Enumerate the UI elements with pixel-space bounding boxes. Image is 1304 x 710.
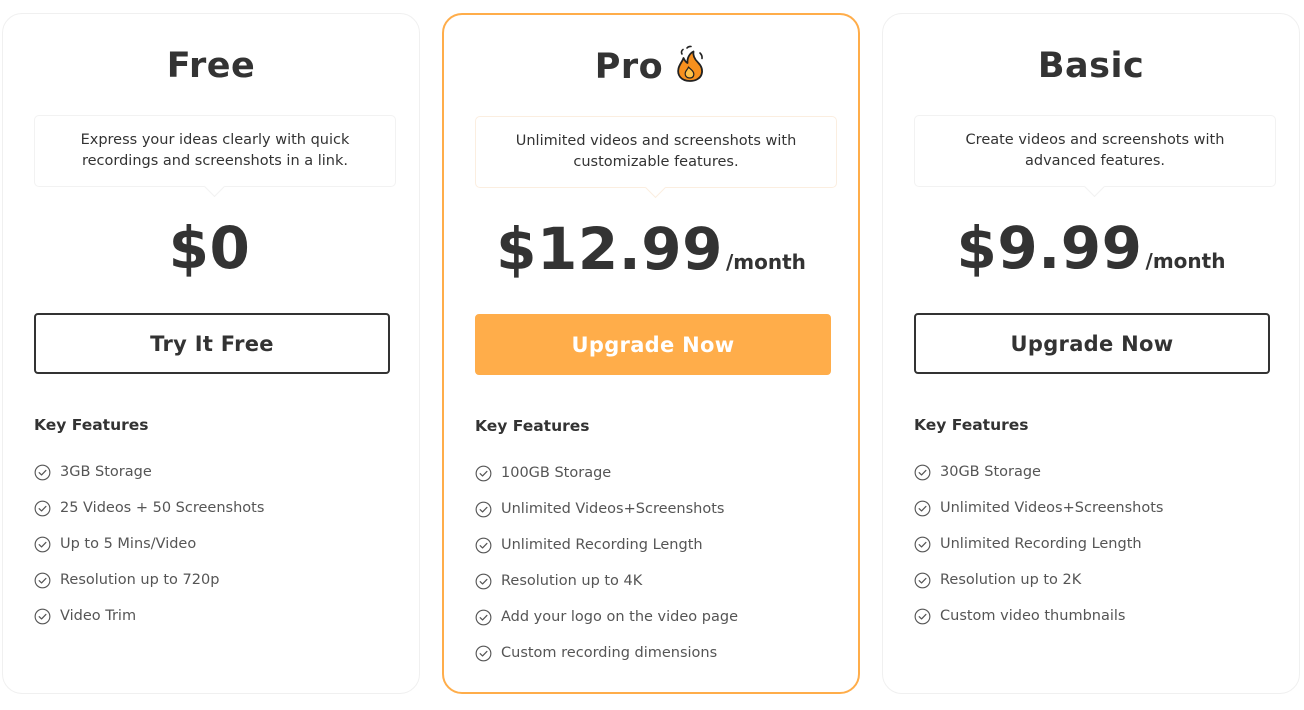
feature-item: Resolution up to 4K xyxy=(475,563,738,599)
check-circle-icon xyxy=(914,536,931,552)
plan-name: Basic xyxy=(1037,46,1145,86)
feature-list: 3GB Storage 25 Videos + 50 Screenshots U… xyxy=(34,454,264,634)
feature-item: 25 Videos + 50 Screenshots xyxy=(34,490,264,526)
plan-description: Express your ideas clearly with quick re… xyxy=(34,115,396,187)
plan-description: Unlimited videos and screenshots with cu… xyxy=(475,116,837,188)
check-circle-icon xyxy=(34,536,51,552)
plan-description-text: Create videos and screenshots with advan… xyxy=(965,132,1225,169)
feature-item: Up to 5 Mins/Video xyxy=(34,526,264,562)
feature-list: 30GB Storage Unlimited Videos+Screenshot… xyxy=(914,454,1163,634)
plan-card-pro: Pro Unlimited videos and screenshots wit… xyxy=(442,13,860,694)
try-it-free-button[interactable]: Try It Free xyxy=(34,313,390,374)
features-title: Key Features xyxy=(34,416,149,434)
price-period: /month xyxy=(1145,249,1226,273)
upgrade-now-button-basic[interactable]: Upgrade Now xyxy=(914,313,1270,374)
features-title: Key Features xyxy=(914,416,1029,434)
check-circle-icon xyxy=(914,464,931,480)
plan-description: Create videos and screenshots with advan… xyxy=(914,115,1276,187)
feature-item: Unlimited Videos+Screenshots xyxy=(475,491,738,527)
check-circle-icon xyxy=(475,645,492,661)
check-circle-icon xyxy=(475,501,492,517)
feature-item: Unlimited Recording Length xyxy=(914,526,1163,562)
check-circle-icon xyxy=(34,464,51,480)
price-row: $0 xyxy=(3,214,419,282)
check-circle-icon xyxy=(914,500,931,516)
feature-item: Custom recording dimensions xyxy=(475,635,738,671)
price: $0 xyxy=(168,214,251,282)
features-title: Key Features xyxy=(475,417,590,435)
check-circle-icon xyxy=(475,573,492,589)
check-circle-icon xyxy=(914,608,931,624)
plan-description-text: Unlimited videos and screenshots with cu… xyxy=(515,133,797,170)
feature-item: Add your logo on the video page xyxy=(475,599,738,635)
price-period: /month xyxy=(725,250,806,274)
plan-title: Free xyxy=(3,44,419,88)
feature-item: Unlimited Recording Length xyxy=(475,527,738,563)
price-row: $9.99 /month xyxy=(883,214,1299,282)
feature-item: Unlimited Videos+Screenshots xyxy=(914,490,1163,526)
plan-card-basic: Basic Create videos and screenshots with… xyxy=(882,13,1300,694)
upgrade-now-button-pro[interactable]: Upgrade Now xyxy=(475,314,831,375)
feature-item: Resolution up to 720p xyxy=(34,562,264,598)
check-circle-icon xyxy=(34,608,51,624)
check-circle-icon xyxy=(34,572,51,588)
flame-icon xyxy=(677,45,704,82)
price: $9.99 xyxy=(956,214,1143,282)
plan-name: Free xyxy=(166,46,256,86)
plan-card-free: Free Express your ideas clearly with qui… xyxy=(2,13,420,694)
price-row: $12.99 /month xyxy=(444,215,858,283)
plan-title: Basic xyxy=(883,44,1299,88)
feature-item: 100GB Storage xyxy=(475,455,738,491)
price: $12.99 xyxy=(496,215,723,283)
check-circle-icon xyxy=(475,609,492,625)
feature-item: Custom video thumbnails xyxy=(914,598,1163,634)
feature-item: 30GB Storage xyxy=(914,454,1163,490)
plan-name: Pro xyxy=(594,47,664,87)
feature-item: 3GB Storage xyxy=(34,454,264,490)
plan-title: Pro xyxy=(444,45,858,89)
feature-list: 100GB Storage Unlimited Videos+Screensho… xyxy=(475,455,738,671)
check-circle-icon xyxy=(475,465,492,481)
feature-item: Resolution up to 2K xyxy=(914,562,1163,598)
check-circle-icon xyxy=(914,572,931,588)
plan-description-text: Express your ideas clearly with quick re… xyxy=(80,132,350,169)
check-circle-icon xyxy=(34,500,51,516)
check-circle-icon xyxy=(475,537,492,553)
feature-item: Video Trim xyxy=(34,598,264,634)
